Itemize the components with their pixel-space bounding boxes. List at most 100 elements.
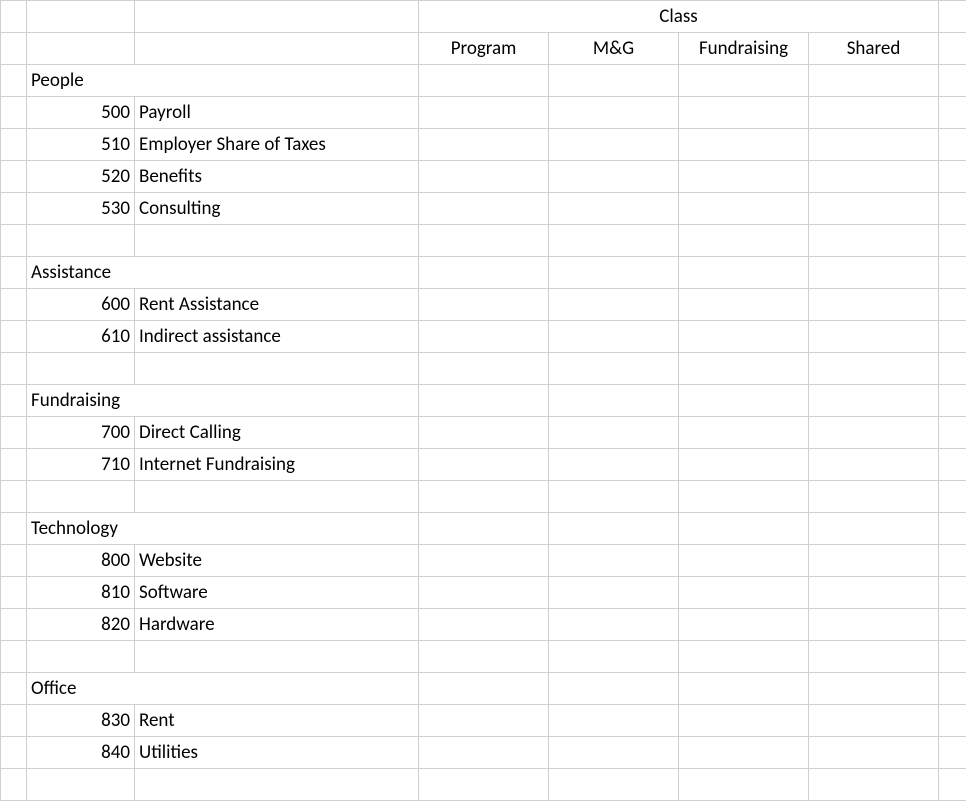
cell[interactable] <box>27 353 135 385</box>
cell[interactable] <box>809 449 939 481</box>
item-code[interactable]: 510 <box>27 129 135 161</box>
cell[interactable] <box>549 577 679 609</box>
cell[interactable] <box>549 257 679 289</box>
cell[interactable] <box>809 193 939 225</box>
cell[interactable] <box>1 161 27 193</box>
item-label[interactable]: Software <box>135 577 419 609</box>
cell[interactable] <box>419 353 549 385</box>
item-label[interactable]: Internet Fundraising <box>135 449 419 481</box>
item-label[interactable]: Hardware <box>135 609 419 641</box>
cell[interactable] <box>809 353 939 385</box>
cell[interactable] <box>939 545 966 577</box>
cell[interactable] <box>939 353 966 385</box>
cell[interactable] <box>939 481 966 513</box>
cell[interactable] <box>1 609 27 641</box>
cell[interactable] <box>809 705 939 737</box>
cell[interactable] <box>1 417 27 449</box>
cell[interactable] <box>419 545 549 577</box>
cell[interactable] <box>1 353 27 385</box>
cell[interactable] <box>419 737 549 769</box>
section-title[interactable]: People <box>27 65 419 97</box>
cell[interactable] <box>679 257 809 289</box>
cell[interactable] <box>939 97 966 129</box>
cell[interactable] <box>939 577 966 609</box>
cell[interactable] <box>809 641 939 673</box>
section-title[interactable]: Assistance <box>27 257 419 289</box>
cell[interactable] <box>419 321 549 353</box>
cell[interactable] <box>939 417 966 449</box>
cell[interactable] <box>419 65 549 97</box>
item-code[interactable]: 600 <box>27 289 135 321</box>
cell[interactable] <box>419 513 549 545</box>
cell[interactable] <box>27 481 135 513</box>
col-shared[interactable]: Shared <box>809 33 939 65</box>
cell[interactable] <box>27 769 135 801</box>
cell[interactable] <box>939 737 966 769</box>
section-title[interactable]: Office <box>27 673 419 705</box>
cell[interactable] <box>135 769 419 801</box>
cell[interactable] <box>1 769 27 801</box>
cell[interactable] <box>679 609 809 641</box>
cell[interactable] <box>809 65 939 97</box>
cell[interactable] <box>1 33 27 65</box>
cell[interactable] <box>809 673 939 705</box>
col-fundraising[interactable]: Fundraising <box>679 33 809 65</box>
cell[interactable] <box>135 481 419 513</box>
item-label[interactable]: Benefits <box>135 161 419 193</box>
class-header[interactable]: Class <box>419 1 939 33</box>
cell[interactable] <box>419 577 549 609</box>
cell[interactable] <box>419 385 549 417</box>
cell[interactable] <box>679 705 809 737</box>
item-code[interactable]: 530 <box>27 193 135 225</box>
cell[interactable] <box>1 97 27 129</box>
cell[interactable] <box>1 577 27 609</box>
cell[interactable] <box>549 161 679 193</box>
cell[interactable] <box>939 385 966 417</box>
cell[interactable] <box>939 257 966 289</box>
cell[interactable] <box>549 609 679 641</box>
cell[interactable] <box>419 193 549 225</box>
cell[interactable] <box>419 225 549 257</box>
col-program[interactable]: Program <box>419 33 549 65</box>
cell[interactable] <box>809 225 939 257</box>
cell[interactable] <box>549 641 679 673</box>
cell[interactable] <box>419 257 549 289</box>
cell[interactable] <box>27 641 135 673</box>
cell[interactable] <box>1 321 27 353</box>
cell[interactable] <box>1 225 27 257</box>
item-label[interactable]: Rent Assistance <box>135 289 419 321</box>
cell[interactable] <box>809 257 939 289</box>
cell[interactable] <box>679 641 809 673</box>
cell[interactable] <box>679 225 809 257</box>
cell[interactable] <box>939 321 966 353</box>
cell[interactable] <box>809 737 939 769</box>
cell[interactable] <box>1 705 27 737</box>
item-label[interactable]: Consulting <box>135 193 419 225</box>
cell[interactable] <box>1 673 27 705</box>
cell[interactable] <box>419 609 549 641</box>
item-label[interactable]: Employer Share of Taxes <box>135 129 419 161</box>
cell[interactable] <box>419 289 549 321</box>
cell[interactable] <box>1 257 27 289</box>
cell[interactable] <box>419 705 549 737</box>
cell[interactable] <box>135 641 419 673</box>
cell[interactable] <box>419 161 549 193</box>
cell[interactable] <box>419 641 549 673</box>
cell[interactable] <box>1 385 27 417</box>
cell[interactable] <box>1 545 27 577</box>
cell[interactable] <box>549 129 679 161</box>
cell[interactable] <box>809 289 939 321</box>
cell[interactable] <box>679 97 809 129</box>
cell[interactable] <box>679 737 809 769</box>
item-label[interactable]: Indirect assistance <box>135 321 419 353</box>
item-label[interactable]: Rent <box>135 705 419 737</box>
cell[interactable] <box>809 545 939 577</box>
cell[interactable] <box>679 577 809 609</box>
cell[interactable] <box>939 449 966 481</box>
cell[interactable] <box>1 1 27 33</box>
cell[interactable] <box>549 737 679 769</box>
cell[interactable] <box>1 737 27 769</box>
cell[interactable] <box>135 33 419 65</box>
cell[interactable] <box>809 609 939 641</box>
cell[interactable] <box>549 289 679 321</box>
